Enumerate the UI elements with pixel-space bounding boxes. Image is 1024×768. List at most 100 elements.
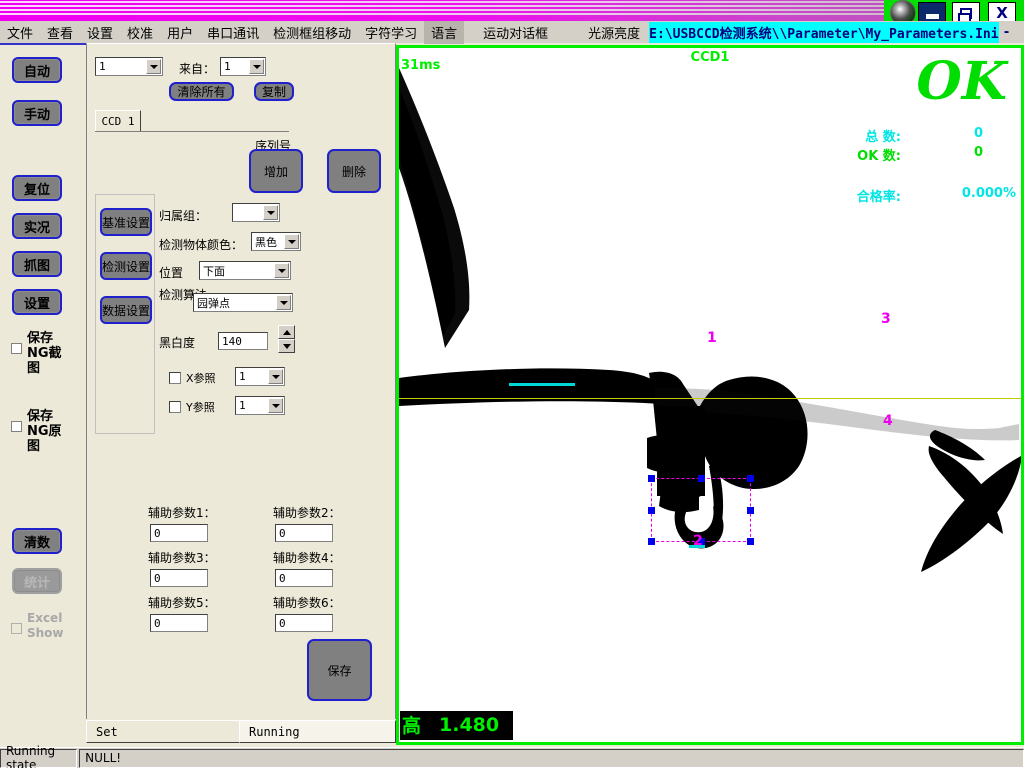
clear-count-button[interactable]: 清数 <box>12 528 62 554</box>
aux-param-5-input[interactable]: 0 <box>150 614 208 632</box>
save-ng-original-checkbox[interactable]: 保存NG原图 <box>11 409 81 454</box>
tab-set[interactable]: Set <box>86 720 243 743</box>
checkbox-box[interactable] <box>169 401 181 413</box>
stepper-down-icon[interactable] <box>278 339 295 353</box>
reset-button[interactable]: 复位 <box>12 175 62 201</box>
center-settings-panel: 1 来自： 1 清除所有 复制 CCD 1 序列号 2 增加 删除 基准设置 检… <box>86 43 396 719</box>
measurement-overlay: 高 1.480 <box>400 711 513 740</box>
group-combo[interactable] <box>232 203 280 222</box>
algorithm-value: 园弹点 <box>197 295 230 311</box>
stepper-up-icon[interactable] <box>278 325 295 339</box>
roi-marker-1[interactable]: 1 <box>707 330 717 346</box>
chevron-down-icon[interactable] <box>263 205 278 220</box>
title-stripe <box>0 1 1024 3</box>
aux-param-1-input[interactable]: 0 <box>150 524 208 542</box>
tab-ccd1[interactable]: CCD 1 <box>95 110 141 131</box>
statistics-button[interactable]: 统计 <box>12 568 62 594</box>
resize-handle-n[interactable] <box>698 475 705 482</box>
ccd-tabstrip: CCD 1 <box>95 110 289 132</box>
roi-marker-2[interactable]: 2 <box>693 533 703 549</box>
bottom-tab-strip: Set Running <box>86 719 396 744</box>
menu-item-settings[interactable]: 设置 <box>80 21 120 44</box>
resize-handle-sw[interactable] <box>648 538 655 545</box>
image-canvas[interactable]: 1 2 3 4 31ms CCD1 OK 总 数: 0 OK 数: 0 合格率:… <box>399 48 1021 742</box>
checkbox-box[interactable] <box>169 372 181 384</box>
index-combo[interactable]: 1 <box>95 57 163 76</box>
maximize-restore-button[interactable] <box>952 2 980 21</box>
x-reference-checkbox[interactable]: X参照 <box>169 370 216 386</box>
menu-item-light-brightness[interactable]: 光源亮度 <box>581 21 647 44</box>
index-combo-value: 1 <box>99 60 106 73</box>
algorithm-combo[interactable]: 园弹点 <box>193 293 293 312</box>
roi-marker-3[interactable]: 3 <box>881 311 891 327</box>
resize-handle-se[interactable] <box>747 538 754 545</box>
chevron-down-icon[interactable] <box>146 59 161 74</box>
chevron-down-icon[interactable] <box>274 263 289 278</box>
resize-handle-nw[interactable] <box>648 475 655 482</box>
aux-param-6-input[interactable]: 0 <box>275 614 333 632</box>
aux-param-3-input[interactable]: 0 <box>150 569 208 587</box>
aux-param-6-label: 辅助参数6： <box>273 594 341 611</box>
y-reference-combo[interactable]: 1 <box>235 396 285 415</box>
camera-image-view[interactable]: 1 2 3 4 31ms CCD1 OK 总 数: 0 OK 数: 0 合格率:… <box>396 45 1024 745</box>
resize-handle-e[interactable] <box>747 507 754 514</box>
menu-item-file[interactable]: 文件 <box>0 21 40 44</box>
excel-show-checkbox[interactable]: Excel Show <box>11 611 81 641</box>
object-color-label: 检测物体颜色： <box>159 236 243 253</box>
resize-handle-w[interactable] <box>648 507 655 514</box>
roi-marker-4[interactable]: 4 <box>883 413 893 429</box>
copy-button[interactable]: 复制 <box>254 82 294 101</box>
title-stripe <box>0 13 1024 15</box>
tab-data-settings[interactable]: 数据设置 <box>100 296 152 324</box>
object-color-combo[interactable]: 黑色 <box>251 232 301 251</box>
checkbox-box[interactable] <box>11 623 22 634</box>
menu-item-motion-dialog[interactable]: 运动对话框 <box>476 21 555 44</box>
tab-running[interactable]: Running <box>239 720 396 743</box>
save-ng-cropped-checkbox[interactable]: 保存NG截图 <box>11 331 81 376</box>
bw-threshold-stepper[interactable] <box>278 325 295 355</box>
camera-lens-icon <box>890 0 916 21</box>
auto-button[interactable]: 自动 <box>12 57 62 83</box>
menu-item-serial-comm[interactable]: 串口通讯 <box>200 21 266 44</box>
y-reference-checkbox[interactable]: Y参照 <box>169 399 215 415</box>
menu-item-language[interactable]: 语言 <box>424 21 464 44</box>
chevron-down-icon[interactable] <box>276 295 291 310</box>
aux-param-2-input[interactable]: 0 <box>275 524 333 542</box>
checkbox-box[interactable] <box>11 421 22 432</box>
menu-item-user[interactable]: 用户 <box>160 21 200 44</box>
checkbox-box[interactable] <box>11 343 22 354</box>
minimize-button[interactable] <box>918 2 946 21</box>
exposure-time-label: 31ms <box>401 58 440 73</box>
x-reference-combo[interactable]: 1 <box>235 367 285 386</box>
menu-item-box-group-move[interactable]: 检测框组移动 <box>266 21 358 44</box>
position-combo[interactable]: 下面 <box>199 261 291 280</box>
chevron-down-icon[interactable] <box>284 234 299 249</box>
bw-threshold-input[interactable]: 140 <box>218 332 268 350</box>
delete-button[interactable]: 删除 <box>327 149 381 193</box>
chevron-down-icon[interactable] <box>268 398 283 413</box>
save-button[interactable]: 保存 <box>307 639 372 701</box>
add-button[interactable]: 增加 <box>249 149 303 193</box>
aux-param-1-value: 0 <box>154 527 161 540</box>
resize-handle-ne[interactable] <box>747 475 754 482</box>
bw-threshold-label: 黑白度 <box>159 334 195 351</box>
left-sidebar: 自动 手动 复位 实况 抓图 设置 保存NG截图 保存NG原图 清数 统计 Ex… <box>0 43 86 746</box>
camera-name-label: CCD1 <box>691 50 730 65</box>
tab-reference-settings[interactable]: 基准设置 <box>100 208 152 236</box>
clear-all-button[interactable]: 清除所有 <box>169 82 234 101</box>
chevron-down-icon[interactable] <box>268 369 283 384</box>
manual-button[interactable]: 手动 <box>12 100 62 126</box>
menu-item-char-learning[interactable]: 字符学习 <box>358 21 424 44</box>
from-combo[interactable]: 1 <box>220 57 266 76</box>
close-button[interactable]: X <box>988 2 1016 21</box>
aux-param-4-input[interactable]: 0 <box>275 569 333 587</box>
total-count-value: 0 <box>974 126 983 141</box>
live-view-button[interactable]: 实况 <box>12 213 62 239</box>
menu-item-calibration[interactable]: 校准 <box>120 21 160 44</box>
chevron-down-icon[interactable] <box>249 59 264 74</box>
settings-button[interactable]: 设置 <box>12 289 62 315</box>
capture-button[interactable]: 抓图 <box>12 251 62 277</box>
menu-item-view[interactable]: 查看 <box>40 21 80 44</box>
tab-detection-settings[interactable]: 检测设置 <box>100 252 152 280</box>
aux-param-3-value: 0 <box>154 572 161 585</box>
